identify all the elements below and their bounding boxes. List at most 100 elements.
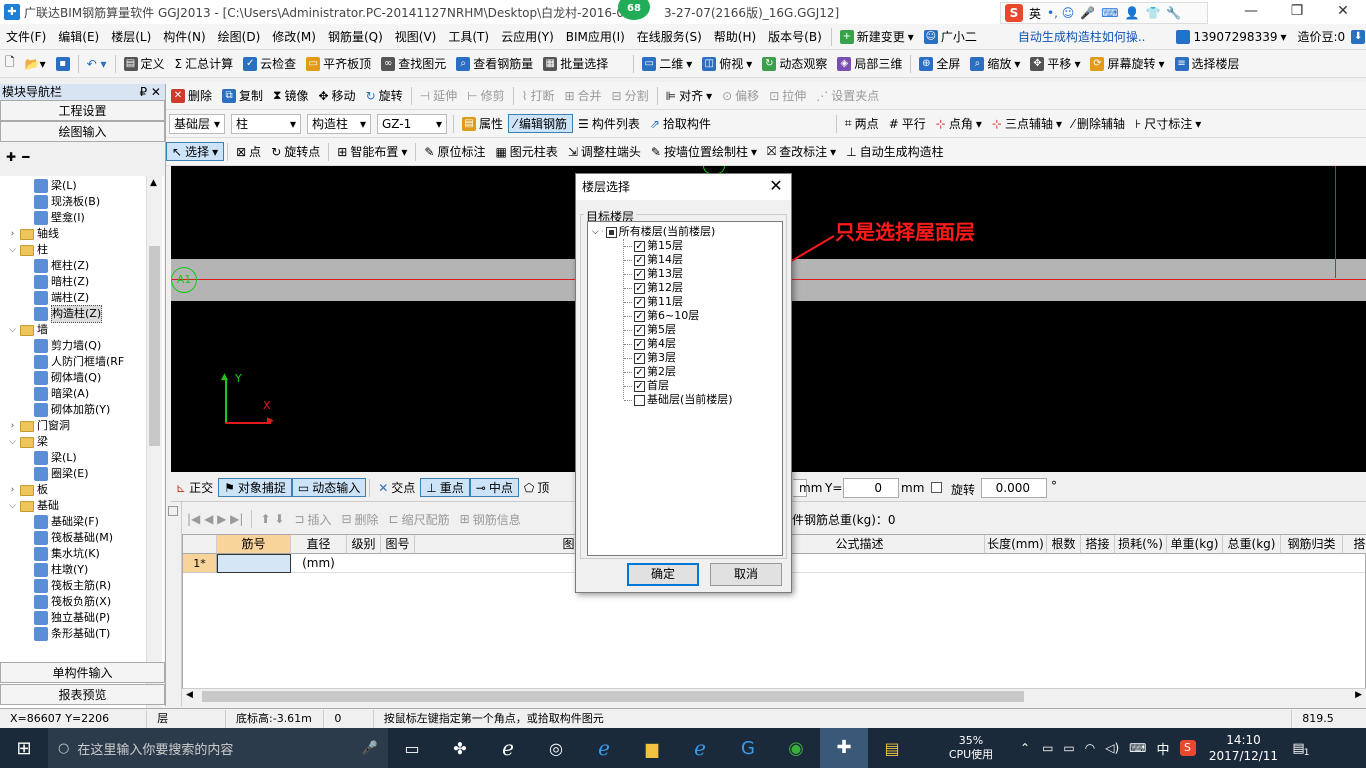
pin-close-icon[interactable]: ₽ ✕ — [139, 84, 161, 100]
axis-bubble-a1[interactable]: A1 — [171, 267, 197, 293]
cancel-button[interactable]: 取消 — [710, 563, 782, 586]
tree-item[interactable]: 梁(L) — [34, 450, 77, 466]
smart-layout-button[interactable]: ⊞ 智能布置 ▾ — [332, 143, 412, 160]
menu-file[interactable]: 文件(F) — [0, 28, 52, 45]
adjust-column-end-button[interactable]: ⇲ 调整柱端头 — [563, 143, 646, 160]
tree-item[interactable]: 条形基础(T) — [34, 626, 110, 642]
offset-button[interactable]: ⊙ 偏移 — [717, 87, 764, 104]
edge-icon[interactable]: ℯ — [580, 736, 628, 760]
fan-app-icon[interactable]: ✤ — [436, 739, 484, 758]
move-up-icon[interactable]: ⬆ ⬇ — [255, 512, 289, 526]
user-icon[interactable]: 👤 — [1125, 6, 1140, 20]
grid-header[interactable]: 总重(kg) — [1223, 535, 1281, 554]
ie-browser-icon[interactable]: ℯ — [676, 736, 724, 760]
view-mode-dropdown[interactable]: ▭ 二维 ▾ — [637, 55, 697, 72]
intersection-button[interactable]: ✕ 交点 — [373, 479, 420, 496]
grid-hscrollbar[interactable]: ◀ ▶ — [182, 688, 1366, 704]
floor-item[interactable]: ✓ 第13层 — [624, 267, 683, 281]
account-button[interactable]: 👤 13907298339 ▾ — [1171, 29, 1291, 44]
floor-item[interactable]: ✓ 第11层 — [624, 295, 683, 309]
floor-checkbox[interactable]: ✓ — [634, 324, 645, 336]
glodon-app-icon[interactable]: ✚ — [820, 728, 868, 768]
select-floor-button[interactable]: ≡ 选择楼层 — [1170, 55, 1245, 72]
floor-item[interactable]: ✓ 第3层 — [624, 351, 676, 365]
view-rebar-button[interactable]: ⌕ 查看钢筋量 — [451, 55, 538, 72]
grid-active-cell[interactable] — [217, 554, 291, 573]
select-button[interactable]: ↖ 选择 ▾ — [166, 142, 225, 161]
trim-button[interactable]: ⊢ 修剪 — [462, 87, 509, 104]
collapse-chevron-icon[interactable]: ⌵ — [8, 242, 17, 258]
ortho-button[interactable]: ⊾ 正交 — [171, 479, 218, 496]
maximize-button[interactable]: ❐ — [1274, 0, 1320, 24]
collapse-chevron-icon[interactable]: ⌵ — [592, 225, 599, 239]
collapse-chevron-icon[interactable]: ⌵ — [8, 322, 17, 338]
edit-rebar-button[interactable]: ⁄ 编辑钢筋 — [508, 114, 574, 133]
three-point-axis-button[interactable]: ⊹ 三点辅轴 ▾ — [987, 115, 1067, 132]
floor-item[interactable]: ✓ 第15层 — [624, 239, 683, 253]
floor-root-checkbox[interactable] — [605, 226, 617, 238]
expand-chevron-icon[interactable]: › — [8, 418, 17, 434]
floor-checkbox[interactable]: ✓ — [634, 310, 645, 322]
floor-checkbox[interactable] — [634, 394, 645, 406]
tray-chevron-icon[interactable]: ⌃ — [1020, 741, 1030, 755]
tree-folder[interactable]: › 板 — [8, 482, 48, 498]
tree-item[interactable]: 暗柱(Z) — [34, 274, 89, 290]
tree-folder[interactable]: ⌵ 梁 — [8, 434, 48, 450]
menu-tools[interactable]: 工具(T) — [442, 28, 495, 45]
floor-checkbox[interactable]: ✓ — [634, 268, 645, 280]
pick-component-button[interactable]: ⇗ 拾取构件 — [645, 115, 716, 132]
open-folder-icon[interactable]: 📂▾ — [20, 57, 51, 71]
fullscreen-button[interactable]: ⊕ 全屏 — [914, 55, 965, 72]
floor-item[interactable]: ✓ 第4层 — [624, 337, 676, 351]
ok-button[interactable]: 确定 — [627, 563, 699, 586]
align-slab-top-button[interactable]: ▭ 平齐板顶 — [301, 55, 376, 72]
two-point-button[interactable]: ⌗ 两点 — [840, 115, 884, 132]
menu-cloud[interactable]: 云应用(Y) — [495, 28, 560, 45]
dynamic-view-button[interactable]: ↻ 动态观察 — [757, 55, 832, 72]
qq-browser-icon[interactable]: ◎ — [532, 739, 580, 758]
break-button[interactable]: ⌇ 打断 — [517, 87, 560, 104]
close-button[interactable]: ✕ — [1320, 0, 1366, 24]
delete-button[interactable]: ✕ 删除 — [166, 87, 217, 104]
tree-folder[interactable]: ⌵ 柱 — [8, 242, 48, 258]
tree-item[interactable]: 集水坑(K) — [34, 546, 100, 562]
promo-link[interactable]: 自动生成构造柱如何操.. — [1012, 28, 1152, 45]
first-record-icon[interactable]: |◀ ◀ ▶ ▶| — [182, 512, 248, 526]
check-mark-button[interactable]: ⛝ 查改标注 ▾ — [762, 143, 841, 160]
draw-by-wall-button[interactable]: ✎ 按墙位置绘制柱 ▾ — [646, 143, 762, 160]
grid-header[interactable]: 筋号 — [217, 535, 291, 554]
floor-checkbox[interactable]: ✓ — [634, 352, 645, 364]
grid-header[interactable]: 长度(mm) — [985, 535, 1047, 554]
points-icon[interactable]: ⬇ — [1351, 29, 1366, 44]
floor-checkbox[interactable]: ✓ — [634, 254, 645, 266]
grid-header[interactable]: 根数 — [1047, 535, 1081, 554]
taskbar-search[interactable]: ○ 在这里输入你要搜索的内容 🎤 — [48, 728, 388, 768]
floor-item[interactable]: ✓ 第2层 — [624, 365, 676, 379]
point-angle-button[interactable]: ⊹ 点角 ▾ — [931, 115, 987, 132]
menu-floor[interactable]: 楼层(L) — [105, 28, 157, 45]
tree-item[interactable]: 人防门框墙(RF — [34, 354, 124, 370]
delete-axis-button[interactable]: ⁄ 删除辅轴 — [1067, 115, 1130, 132]
grid-header[interactable]: 单重(kg) — [1167, 535, 1223, 554]
collapse-all-icon[interactable]: ━ — [22, 150, 29, 164]
file-explorer-icon[interactable]: ▆ — [628, 739, 676, 758]
notification-center-icon[interactable]: ▤ 1 — [1284, 741, 1314, 758]
grid-header[interactable]: 级别 — [347, 535, 381, 554]
extend-button[interactable]: ⊣ 延伸 — [415, 87, 462, 104]
ime-extra[interactable]: •, ☺ — [1047, 6, 1074, 20]
tree-item[interactable]: 剪力墙(Q) — [34, 338, 101, 354]
batch-select-button[interactable]: ▦ 批量选择 — [538, 55, 613, 72]
grid-header[interactable]: 直径(mm) — [291, 535, 347, 570]
wifi-icon[interactable]: ◠ — [1085, 741, 1095, 755]
ime-mode[interactable]: 英 — [1029, 5, 1041, 22]
move-button[interactable]: ✥ 移动 — [313, 87, 360, 104]
tree-item[interactable]: 独立基础(P) — [34, 610, 110, 626]
summary-calc-button[interactable]: Σ 汇总计算 — [170, 55, 239, 72]
notes-app-icon[interactable]: ▤ — [868, 739, 916, 758]
g-app-icon[interactable]: G — [724, 738, 772, 759]
component-list-button[interactable]: ☰ 构件列表 — [573, 115, 645, 132]
expand-all-icon[interactable]: ✚ — [6, 150, 16, 164]
floor-checkbox[interactable]: ✓ — [634, 240, 645, 252]
tree-item[interactable]: 砌体墙(Q) — [34, 370, 101, 386]
tab-project-settings[interactable]: 工程设置 — [0, 100, 165, 121]
